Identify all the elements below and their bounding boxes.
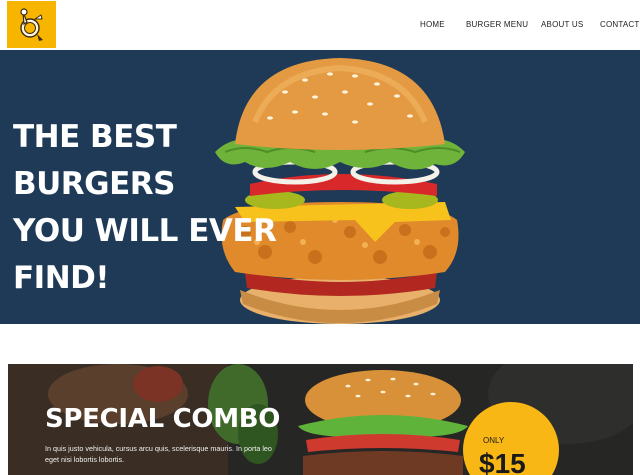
hero-title-line: YOU WILL EVER [13,213,277,249]
hero-section: THE BEST BURGERS YOU WILL EVER FIND! [0,50,640,324]
nav-burger-menu[interactable]: BURGER MENU [466,20,528,29]
special-combo-section: SPECIAL COMBO In quis justo vehicula, cu… [8,364,633,475]
price-value: $15 [479,448,526,475]
combo-description: In quis justo vehicula, cursus arcu quis… [45,444,272,464]
nav-home[interactable]: HOME [420,20,445,29]
nav-contact[interactable]: CONTACT [600,20,639,29]
hero-title: THE BEST BURGERS YOU WILL EVER FIND! [13,114,343,302]
combo-title: SPECIAL COMBO [45,404,281,434]
site-header: HOME BURGER MENU ABOUT US CONTACT [0,0,640,50]
hero-title-line: THE BEST BURGERS [13,119,177,202]
burger-mascot-icon [19,7,43,41]
price-label: ONLY [483,436,505,445]
logo[interactable] [7,1,56,48]
nav-about-us[interactable]: ABOUT US [541,20,583,29]
hero-title-line: FIND! [13,260,110,296]
